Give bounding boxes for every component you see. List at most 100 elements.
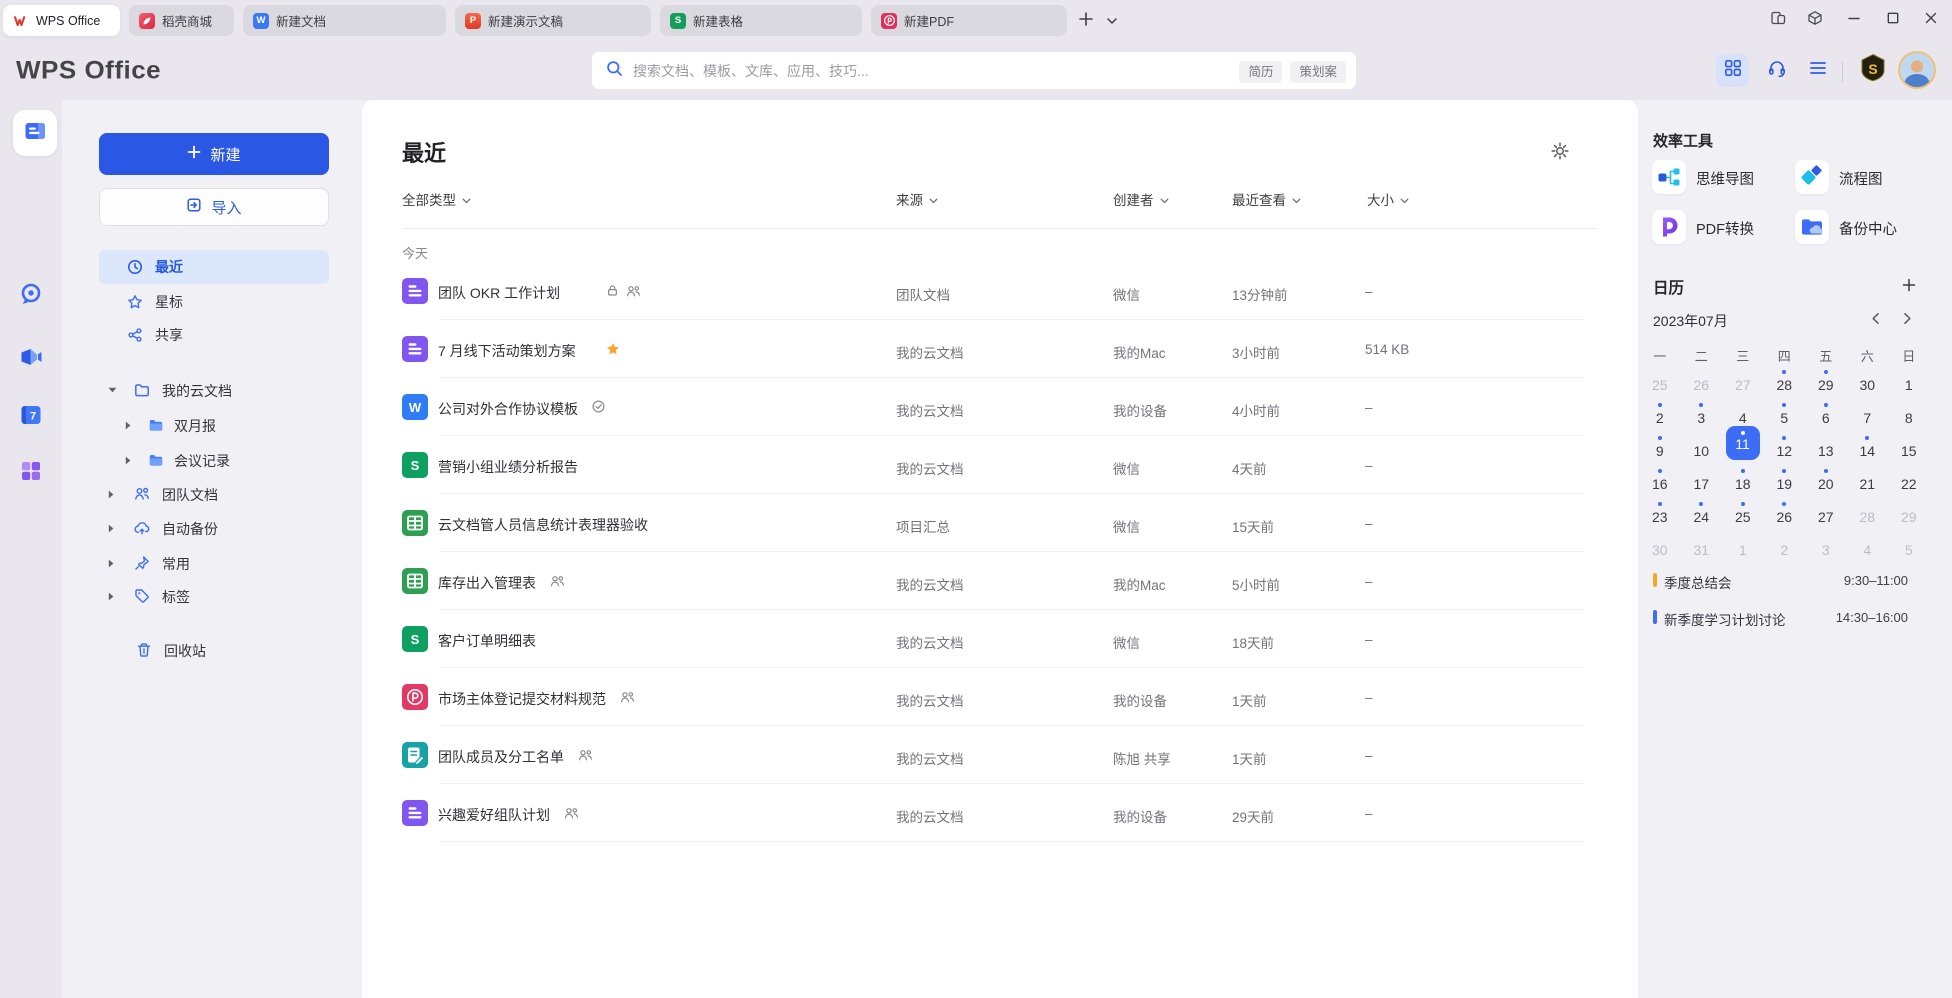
- calendar-day[interactable]: 9: [1639, 428, 1681, 461]
- calendar-day[interactable]: 20: [1805, 461, 1847, 494]
- caret-down-icon[interactable]: [108, 385, 118, 395]
- sidebar-item-bimonthly-report[interactable]: 双月报: [99, 408, 329, 442]
- device-preview-button[interactable]: [1764, 6, 1792, 34]
- calendar-day[interactable]: 17: [1681, 461, 1723, 494]
- calendar-day[interactable]: 8: [1888, 395, 1930, 428]
- search-input[interactable]: [633, 63, 1231, 79]
- sidebar-item-team-docs[interactable]: 团队文档: [99, 477, 329, 511]
- file-row[interactable]: 团队成员及分工名单 我的云文档 陈旭 共享 1天前 –: [402, 726, 1598, 784]
- calendar-day[interactable]: 5: [1764, 395, 1806, 428]
- tab-wps-home[interactable]: WPS Office: [3, 5, 120, 36]
- calendar-event[interactable]: 季度总结会 9:30–11:00: [1653, 571, 1911, 589]
- add-event-button[interactable]: [1899, 277, 1919, 297]
- calendar-day[interactable]: 19: [1764, 461, 1806, 494]
- sidebar-item-starred[interactable]: 星标: [99, 285, 329, 319]
- calendar-day[interactable]: 24: [1681, 494, 1723, 527]
- calendar-day[interactable]: 30: [1847, 362, 1889, 395]
- filter-1[interactable]: 来源: [896, 190, 938, 208]
- calendar-day[interactable]: 4: [1722, 395, 1764, 428]
- calendar-day[interactable]: 14: [1847, 428, 1889, 461]
- new-tab-button[interactable]: [1074, 10, 1098, 32]
- calendar-day[interactable]: 28: [1847, 494, 1889, 527]
- calendar-day[interactable]: 13: [1805, 428, 1847, 461]
- calendar-day[interactable]: 4: [1847, 527, 1889, 560]
- calendar-day[interactable]: 3: [1805, 527, 1847, 560]
- calendar-day[interactable]: 27: [1722, 362, 1764, 395]
- maximize-button[interactable]: [1879, 6, 1907, 34]
- calendar-day[interactable]: 1: [1722, 527, 1764, 560]
- calendar-day-selected[interactable]: 11: [1722, 428, 1764, 461]
- sidebar-item-my-cloud-docs[interactable]: 我的云文档: [99, 373, 329, 407]
- file-row[interactable]: S 客户订单明细表 我的云文档 微信 18天前 –: [402, 610, 1598, 668]
- sidebar-item-recent[interactable]: 最近: [99, 250, 329, 284]
- calendar-day[interactable]: 21: [1847, 461, 1889, 494]
- sidebar-item-meeting-notes[interactable]: 会议记录: [99, 443, 329, 477]
- sidebar-item-shared[interactable]: 共享: [99, 318, 329, 352]
- tab-new-slides[interactable]: P 新建演示文稿: [455, 5, 651, 36]
- new-button[interactable]: 新建: [99, 133, 329, 175]
- file-row[interactable]: 市场主体登记提交材料规范 我的云文档 我的设备 1天前 –: [402, 668, 1598, 726]
- file-row[interactable]: S 营销小组业绩分析报告 我的云文档 微信 4天前 –: [402, 436, 1598, 494]
- support-headset-button[interactable]: [1760, 54, 1793, 87]
- calendar-day[interactable]: 23: [1639, 494, 1681, 527]
- calendar-day[interactable]: 28: [1764, 362, 1806, 395]
- rail-item-calendar[interactable]: 7: [17, 403, 45, 431]
- tab-docer-mall[interactable]: 稻壳商城: [129, 5, 234, 36]
- tool-flowchart[interactable]: 流程图: [1795, 160, 1952, 194]
- calendar-event[interactable]: 新季度学习计划讨论 14:30–16:00: [1653, 608, 1911, 626]
- labs-cube-button[interactable]: [1801, 6, 1829, 34]
- calendar-day[interactable]: 31: [1681, 527, 1723, 560]
- rail-item-apps[interactable]: [17, 459, 45, 487]
- calendar-day[interactable]: 22: [1888, 461, 1930, 494]
- caret-right-icon[interactable]: [125, 420, 135, 430]
- calendar-day[interactable]: 1: [1888, 362, 1930, 395]
- calendar-day[interactable]: 25: [1722, 494, 1764, 527]
- filter-3[interactable]: 最近查看: [1232, 190, 1301, 208]
- calendar-day[interactable]: 26: [1681, 362, 1723, 395]
- calendar-day[interactable]: 25: [1639, 362, 1681, 395]
- caret-right-icon[interactable]: [108, 523, 118, 533]
- calendar-day[interactable]: 30: [1639, 527, 1681, 560]
- rail-item-meeting[interactable]: [17, 345, 45, 373]
- svip-badge[interactable]: S: [1856, 54, 1889, 87]
- sidebar-item-tags[interactable]: 标签: [99, 579, 329, 613]
- calendar-day[interactable]: 26: [1764, 494, 1806, 527]
- file-row[interactable]: 7 月线下活动策划方案 我的云文档 我的Mac 3小时前 514 KB: [402, 320, 1598, 378]
- calendar-prev-button[interactable]: [1866, 312, 1884, 330]
- file-row[interactable]: 团队 OKR 工作计划 团队文档 微信 13分钟前 –: [402, 262, 1598, 320]
- tab-list-dropdown[interactable]: [1100, 10, 1124, 32]
- tab-new-sheet[interactable]: S 新建表格: [660, 5, 862, 36]
- settings-button[interactable]: [1550, 141, 1570, 161]
- minimize-button[interactable]: [1840, 6, 1868, 34]
- sidebar-item-frequent[interactable]: 常用: [99, 546, 329, 580]
- import-button[interactable]: 导入: [99, 188, 329, 226]
- caret-right-icon[interactable]: [108, 558, 118, 568]
- file-row[interactable]: 库存出入管理表 我的云文档 我的Mac 5小时前 –: [402, 552, 1598, 610]
- close-button[interactable]: [1917, 6, 1945, 34]
- sidebar-item-auto-backup[interactable]: 自动备份: [99, 511, 329, 545]
- calendar-day[interactable]: 27: [1805, 494, 1847, 527]
- search-tag[interactable]: 简历: [1239, 61, 1282, 83]
- rail-item-docs[interactable]: [13, 110, 57, 156]
- search-tag[interactable]: 策划案: [1290, 61, 1346, 83]
- filter-0[interactable]: 全部类型: [402, 190, 471, 208]
- calendar-day[interactable]: 29: [1805, 362, 1847, 395]
- calendar-day[interactable]: 3: [1681, 395, 1723, 428]
- calendar-day[interactable]: 10: [1681, 428, 1723, 461]
- search-bar[interactable]: 简历策划案: [592, 52, 1356, 89]
- filter-4[interactable]: 大小: [1367, 190, 1409, 208]
- calendar-day[interactable]: 15: [1888, 428, 1930, 461]
- apps-grid-button[interactable]: [1716, 54, 1749, 87]
- sidebar-item-trash[interactable]: 回收站: [99, 633, 329, 667]
- calendar-day[interactable]: 12: [1764, 428, 1806, 461]
- caret-right-icon[interactable]: [108, 489, 118, 499]
- calendar-day[interactable]: 29: [1888, 494, 1930, 527]
- file-row[interactable]: 云文档管人员信息统计表理器验收 项目汇总 微信 15天前 –: [402, 494, 1598, 552]
- file-row[interactable]: W 公司对外合作协议模板 我的云文档 我的设备 4小时前 –: [402, 378, 1598, 436]
- calendar-next-button[interactable]: [1898, 312, 1916, 330]
- avatar[interactable]: [1898, 51, 1936, 89]
- calendar-day[interactable]: 2: [1639, 395, 1681, 428]
- rail-item-chat[interactable]: [17, 282, 45, 310]
- caret-right-icon[interactable]: [125, 455, 135, 465]
- calendar-day[interactable]: 7: [1847, 395, 1889, 428]
